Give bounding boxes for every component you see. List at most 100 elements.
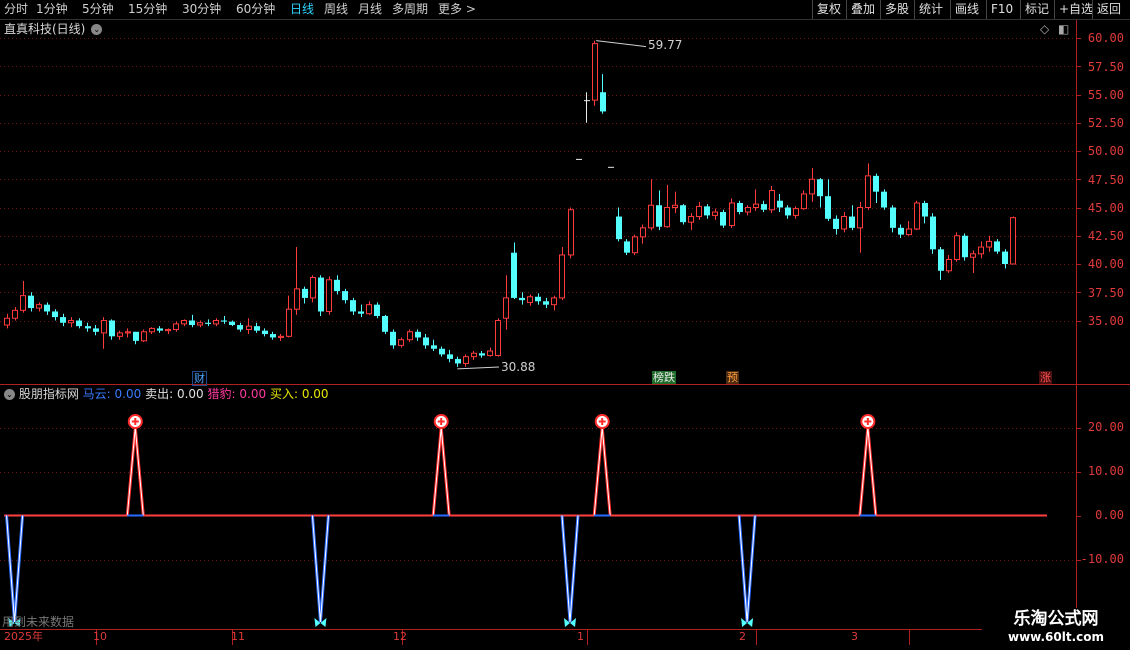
sell-signal-peak bbox=[125, 427, 145, 516]
candle-body-up bbox=[141, 331, 147, 342]
indicator-y-tick-label: 20.00 bbox=[1087, 420, 1124, 434]
candle-body-down bbox=[157, 328, 163, 331]
event-tag-forecast[interactable]: 预 bbox=[726, 371, 739, 384]
candle-body-down bbox=[873, 175, 879, 192]
buy-signal-trough bbox=[737, 515, 757, 623]
candle-body-down bbox=[342, 291, 348, 301]
candle-body-down bbox=[270, 334, 276, 338]
candle-body-up bbox=[809, 178, 815, 195]
candle-body-down bbox=[680, 205, 686, 223]
candle-body-up bbox=[503, 297, 509, 319]
indicator-name[interactable]: 股朋指标网 bbox=[19, 387, 79, 401]
candle-body-up bbox=[769, 190, 775, 211]
event-tag-finance[interactable]: 财 bbox=[192, 371, 207, 386]
candle-body-up bbox=[865, 175, 871, 208]
date-label: 2025年 bbox=[4, 630, 43, 643]
candle-body-up bbox=[753, 203, 759, 209]
candle-body-up bbox=[125, 331, 131, 334]
candle-body-up bbox=[914, 202, 920, 230]
candle-body-down bbox=[350, 300, 356, 312]
candle-body-down bbox=[60, 317, 66, 323]
candle-body-up bbox=[648, 204, 654, 229]
candle-body-up bbox=[712, 211, 718, 216]
candle-body-up bbox=[294, 288, 300, 310]
candle-body-down bbox=[302, 288, 308, 298]
candle-body-down bbox=[1002, 251, 1008, 264]
candle-body-down bbox=[817, 179, 823, 197]
diamond-icon[interactable]: ◇ bbox=[1040, 22, 1049, 36]
event-tag-rise[interactable]: 涨 bbox=[1039, 371, 1052, 384]
candle-body-down bbox=[994, 241, 1000, 252]
date-label: 12 bbox=[393, 630, 407, 643]
candle-body-up bbox=[213, 320, 219, 325]
indicator-field-sell: 卖出: 0.00 bbox=[145, 387, 204, 401]
candle-body-up bbox=[970, 253, 976, 258]
candle-body-up bbox=[857, 207, 863, 229]
date-label: 10 bbox=[93, 630, 107, 643]
chevron-down-icon[interactable]: ⌄ bbox=[4, 389, 15, 400]
candle-body-up bbox=[954, 235, 960, 260]
y-tick-label: 50.00 bbox=[1087, 144, 1124, 158]
candle-body-down bbox=[447, 354, 453, 359]
candle-body-down bbox=[720, 212, 726, 226]
candle-body-down bbox=[423, 337, 429, 346]
y-tick-label: 52.50 bbox=[1087, 116, 1124, 130]
y-tick-label: 42.50 bbox=[1087, 229, 1124, 243]
y-tick-label: 55.00 bbox=[1087, 88, 1124, 102]
candle-body-down bbox=[93, 328, 99, 332]
candle-body-up bbox=[986, 240, 992, 248]
candle-body-up bbox=[632, 236, 638, 254]
candle-body-down bbox=[44, 304, 50, 312]
candle-body-up bbox=[165, 329, 171, 332]
kline-chart[interactable] bbox=[0, 0, 1130, 650]
candle-body-up bbox=[592, 43, 598, 101]
buy-signal-trough bbox=[5, 515, 25, 623]
candle-body-down bbox=[254, 326, 260, 331]
y-tick-label: 40.00 bbox=[1087, 257, 1124, 271]
candle-body-down bbox=[358, 311, 364, 314]
chevron-down-icon[interactable]: ⌄ bbox=[91, 24, 103, 35]
candle-body-up bbox=[841, 216, 847, 230]
candle-body-down bbox=[616, 216, 622, 240]
candle-body-down bbox=[656, 205, 662, 227]
candle-body-down bbox=[849, 216, 855, 228]
candle-body-down bbox=[898, 227, 904, 235]
indicator-y-tick-label: 10.00 bbox=[1087, 464, 1124, 478]
candle-body-down bbox=[761, 204, 767, 210]
candle-body-up bbox=[197, 322, 203, 326]
candle-body-up bbox=[407, 331, 413, 341]
candle-body-up bbox=[551, 297, 557, 306]
candle-body-up bbox=[1010, 217, 1016, 265]
candle-body-down bbox=[28, 295, 34, 309]
candle-body-up bbox=[559, 254, 565, 299]
panel-toggle-icon[interactable]: ◧ bbox=[1058, 22, 1069, 36]
candle-body-down bbox=[511, 252, 517, 298]
candle-body-up bbox=[246, 325, 252, 331]
y-tick-label: 37.50 bbox=[1087, 286, 1124, 300]
candle-body-down bbox=[600, 92, 606, 112]
candle-body-down bbox=[584, 100, 590, 102]
event-tag-ranking-drop[interactable]: 榜跌 bbox=[652, 371, 676, 384]
buy-signal-trough bbox=[310, 515, 330, 623]
indicator-field-mayun: 马云: 0.00 bbox=[82, 387, 142, 401]
candle-body-up bbox=[568, 209, 574, 256]
y-tick-label: 47.50 bbox=[1087, 173, 1124, 187]
candle-body-up bbox=[310, 277, 316, 299]
candle-body-up bbox=[487, 350, 493, 357]
candle-body-up bbox=[745, 207, 751, 213]
candle-body-down bbox=[431, 345, 437, 349]
candle-body-down bbox=[52, 311, 58, 318]
candle-body-up bbox=[149, 327, 155, 333]
candle-body-down bbox=[930, 216, 936, 250]
candle-body-down bbox=[881, 191, 887, 208]
indicator-field-buy: 买入: 0.00 bbox=[269, 387, 329, 401]
future-data-hint: 用到未来数据 bbox=[2, 615, 75, 629]
candle-body-down bbox=[374, 304, 380, 316]
candle-body-up bbox=[101, 320, 107, 334]
candle-body-up bbox=[793, 208, 799, 216]
candle-body-down bbox=[777, 200, 783, 208]
candle-body-up bbox=[463, 356, 469, 364]
candle-body-down bbox=[262, 330, 268, 335]
candle-body-down bbox=[962, 235, 968, 258]
candle-body-up bbox=[117, 332, 123, 337]
